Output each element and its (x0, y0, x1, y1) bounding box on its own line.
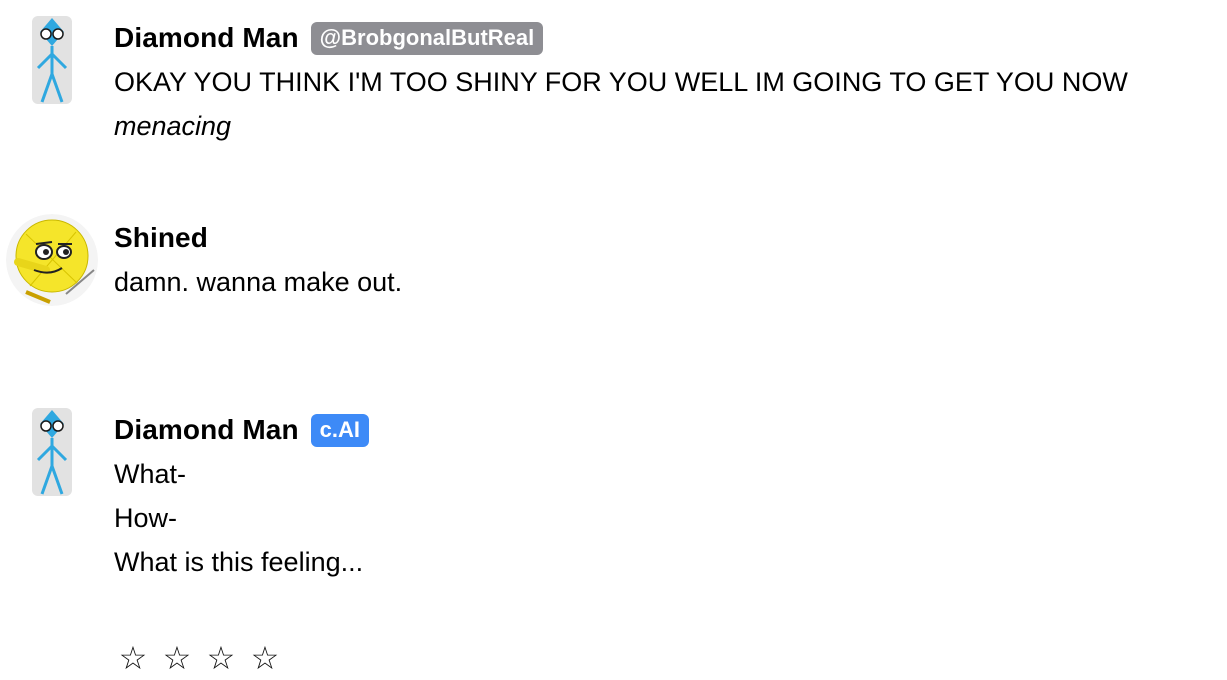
author-name: Diamond Man (114, 414, 299, 445)
star-outline-icon[interactable]: ☆ (249, 640, 281, 676)
ai-badge: c.AI (310, 413, 370, 447)
creator-badge: @BrobgonalButReal (310, 21, 544, 55)
star-outline-icon[interactable]: ☆ (161, 640, 193, 676)
rating-stars: ☆ ☆ ☆ ☆ (117, 640, 281, 676)
author-name: Shined (114, 222, 208, 253)
star-outline-icon[interactable]: ☆ (117, 640, 149, 676)
message-text: damn. wanna make out. (114, 267, 403, 297)
message-text: What- (114, 459, 187, 489)
message-text: OKAY YOU THINK I'M TOO SHINY FOR YOU WEL… (114, 67, 1128, 97)
author-name: Diamond Man (114, 22, 299, 53)
diamond-man-avatar[interactable] (8, 12, 96, 104)
star-outline-icon[interactable]: ☆ (205, 640, 237, 676)
shined-avatar[interactable] (6, 214, 98, 306)
message-text: How- (114, 503, 178, 533)
message-text-italic: menacing (114, 111, 232, 141)
message-text: What is this feeling... (114, 547, 364, 577)
diamond-man-avatar[interactable] (8, 404, 96, 496)
